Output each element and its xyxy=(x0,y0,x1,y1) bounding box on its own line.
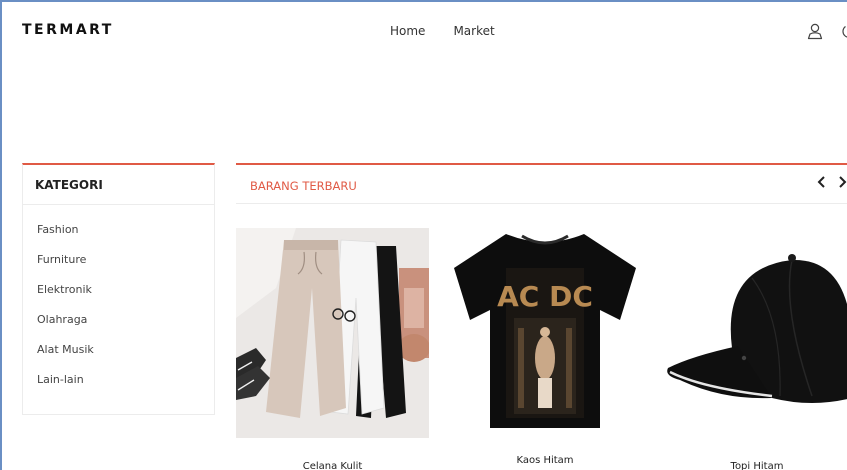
svg-text:AC DC: AC DC xyxy=(497,280,593,313)
page-frame: TERMART Home Market KATEGORI Fashion Fur… xyxy=(0,0,847,470)
product-card[interactable]: AC DC Kaos Hitam xyxy=(448,228,642,470)
category-item-olahraga[interactable]: Olahraga xyxy=(37,313,214,343)
chevron-left-icon[interactable] xyxy=(816,175,828,193)
product-name[interactable]: Topi Hitam xyxy=(662,461,847,470)
category-panel: KATEGORI Fashion Furniture Elektronik Ol… xyxy=(22,163,215,415)
brand-logo[interactable]: TERMART xyxy=(22,22,114,38)
product-card[interactable]: Celana Kulit xyxy=(236,228,430,470)
product-image-tshirt[interactable]: AC DC xyxy=(448,228,642,438)
category-item-elektronik[interactable]: Elektronik xyxy=(37,283,214,313)
product-name[interactable]: Celana Kulit xyxy=(236,461,429,470)
product-image-pants[interactable] xyxy=(236,228,430,438)
main-nav: Home Market xyxy=(390,24,495,38)
top-navbar: TERMART Home Market xyxy=(2,2,847,64)
category-list: Fashion Furniture Elektronik Olahraga Al… xyxy=(23,205,214,403)
category-item-furniture[interactable]: Furniture xyxy=(37,253,214,283)
nav-home[interactable]: Home xyxy=(390,24,425,38)
category-item-alat-musik[interactable]: Alat Musik xyxy=(37,343,214,373)
category-item-lain-lain[interactable]: Lain-lain xyxy=(37,373,214,403)
carousel-arrows xyxy=(816,175,847,193)
chevron-right-icon[interactable] xyxy=(836,175,847,193)
power-icon[interactable] xyxy=(840,22,847,40)
user-icon[interactable] xyxy=(806,22,824,40)
category-item-fashion[interactable]: Fashion xyxy=(37,223,214,253)
header-icons xyxy=(806,22,847,40)
nav-market[interactable]: Market xyxy=(453,24,494,38)
category-title: KATEGORI xyxy=(23,165,214,205)
latest-items-title: BARANG TERBARU xyxy=(250,179,357,193)
product-card[interactable]: Topi Hitam xyxy=(662,228,847,470)
product-name[interactable]: Kaos Hitam xyxy=(448,455,642,466)
latest-items-header: BARANG TERBARU xyxy=(236,163,847,204)
product-image-cap[interactable] xyxy=(662,228,847,438)
